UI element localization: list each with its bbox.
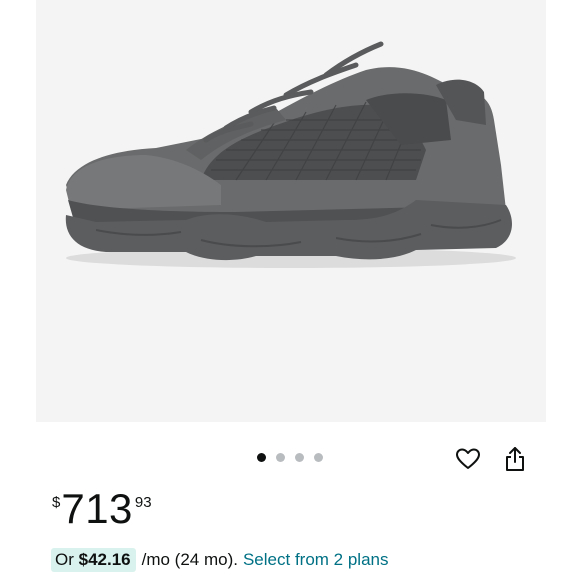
image-carousel-indicator[interactable] [257,453,323,462]
product-image[interactable] [36,0,546,422]
share-icon [506,447,524,471]
monthly-prefix: Or [55,550,79,569]
price: $ 713 93 [52,486,152,532]
carousel-dot-2[interactable] [276,453,285,462]
monthly-payment-badge: Or $42.16 [51,548,136,572]
carousel-dot-1[interactable] [257,453,266,462]
carousel-dot-3[interactable] [295,453,304,462]
select-plans-link[interactable]: Select from 2 plans [243,550,389,570]
wishlist-button[interactable] [454,445,482,473]
price-currency-symbol: $ [52,494,61,511]
monthly-amount: $42.16 [78,550,131,569]
sneaker-illustration [65,41,516,268]
share-button[interactable] [501,445,529,473]
price-whole: 713 [61,485,133,532]
carousel-dot-4[interactable] [314,453,323,462]
monthly-term: /mo (24 mo). [141,550,238,569]
heart-outline-icon [456,448,480,469]
monthly-payment-offer: Or $42.16 /mo (24 mo). Select from 2 pla… [51,548,388,572]
price-fraction: 93 [134,494,152,511]
